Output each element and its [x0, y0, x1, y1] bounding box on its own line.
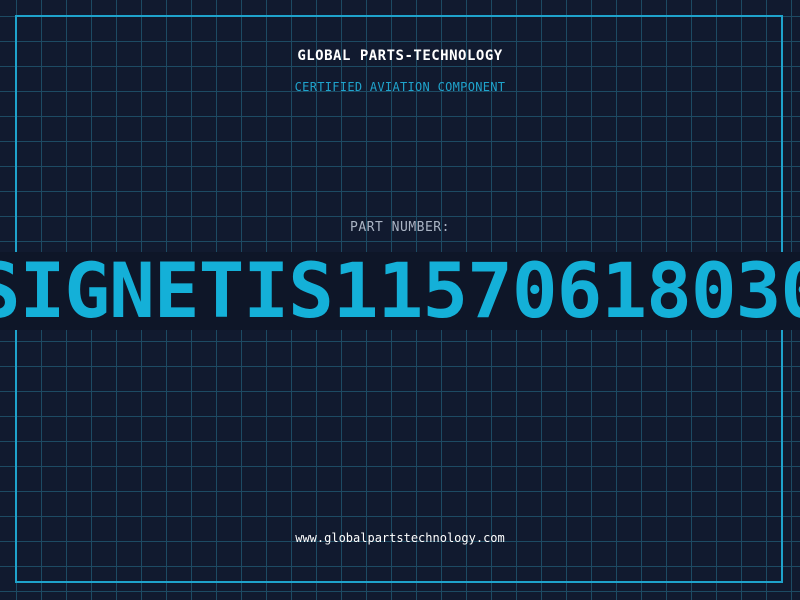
part-number-label: PART NUMBER:	[350, 220, 450, 235]
tagline: CERTIFIED AVIATION COMPONENT	[294, 80, 506, 94]
part-number-value: SIGNETIS11570618030	[0, 252, 800, 330]
part-number-band: SIGNETIS11570618030	[0, 252, 800, 330]
certificate-canvas: GLOBAL PARTS-TECHNOLOGY CERTIFIED AVIATI…	[0, 0, 800, 600]
company-name: GLOBAL PARTS-TECHNOLOGY	[297, 48, 503, 64]
website-link[interactable]: www.globalpartstechnology.com	[0, 531, 800, 545]
